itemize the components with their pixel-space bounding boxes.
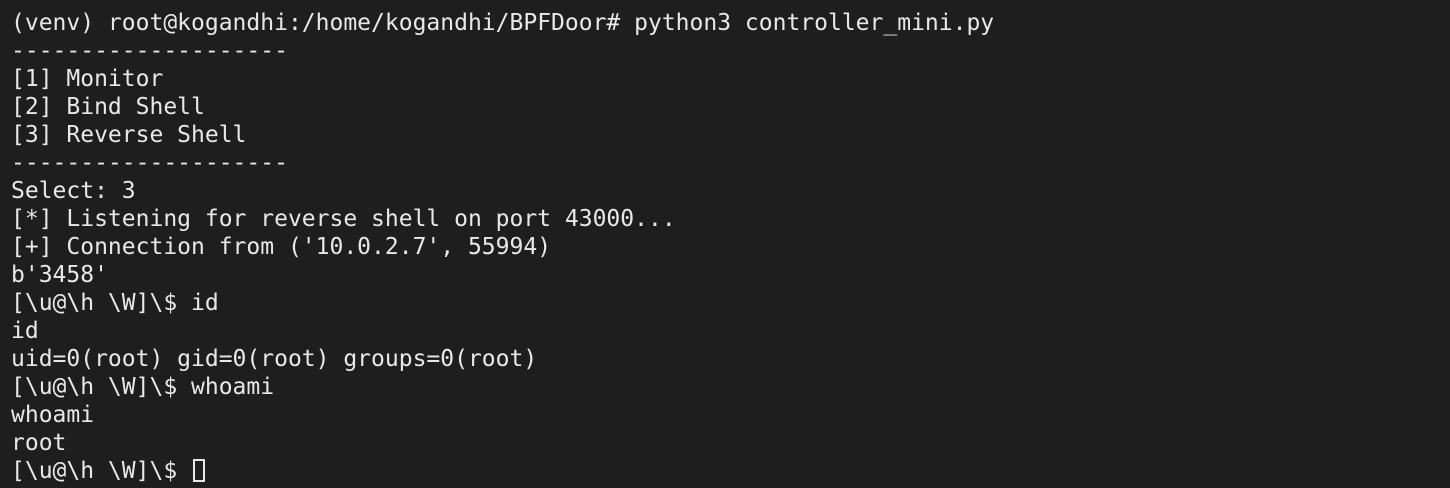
terminal-line-listening: [*] Listening for reverse shell on port … bbox=[11, 206, 676, 232]
terminal-line-echo-whoami: whoami bbox=[11, 402, 95, 428]
terminal-line-prompt-id: [\u@\h \W]\$ id bbox=[11, 290, 219, 316]
terminal-cursor bbox=[193, 459, 206, 482]
terminal-window[interactable]: (venv) root@kogandhi:/home/kogandhi/BPFD… bbox=[0, 0, 1450, 488]
terminal-line-separator: -------------------- bbox=[11, 150, 288, 176]
terminal-line-output: b'3458' bbox=[11, 262, 108, 288]
terminal-line-select: Select: 3 bbox=[11, 178, 136, 204]
terminal-prompt: [\u@\h \W]\$ bbox=[11, 458, 192, 484]
terminal-line-prompt-whoami: [\u@\h \W]\$ whoami bbox=[11, 374, 275, 400]
terminal-line-whoami-output: root bbox=[11, 430, 67, 456]
terminal-line-command: (venv) root@kogandhi:/home/kogandhi/BPFD… bbox=[11, 10, 995, 36]
terminal-input-line[interactable]: [\u@\h \W]\$ bbox=[11, 457, 1450, 485]
terminal-line-separator: -------------------- bbox=[11, 38, 288, 64]
terminal-line-id-output: uid=0(root) gid=0(root) groups=0(root) bbox=[11, 346, 538, 372]
terminal-line-connection: [+] Connection from ('10.0.2.7', 55994) bbox=[11, 234, 552, 260]
terminal-line-menu-monitor: [1] Monitor bbox=[11, 66, 164, 92]
terminal-line-menu-reverse-shell: [3] Reverse Shell bbox=[11, 122, 247, 148]
terminal-line-menu-bind-shell: [2] Bind Shell bbox=[11, 94, 205, 120]
terminal-line-echo-id: id bbox=[11, 318, 39, 344]
